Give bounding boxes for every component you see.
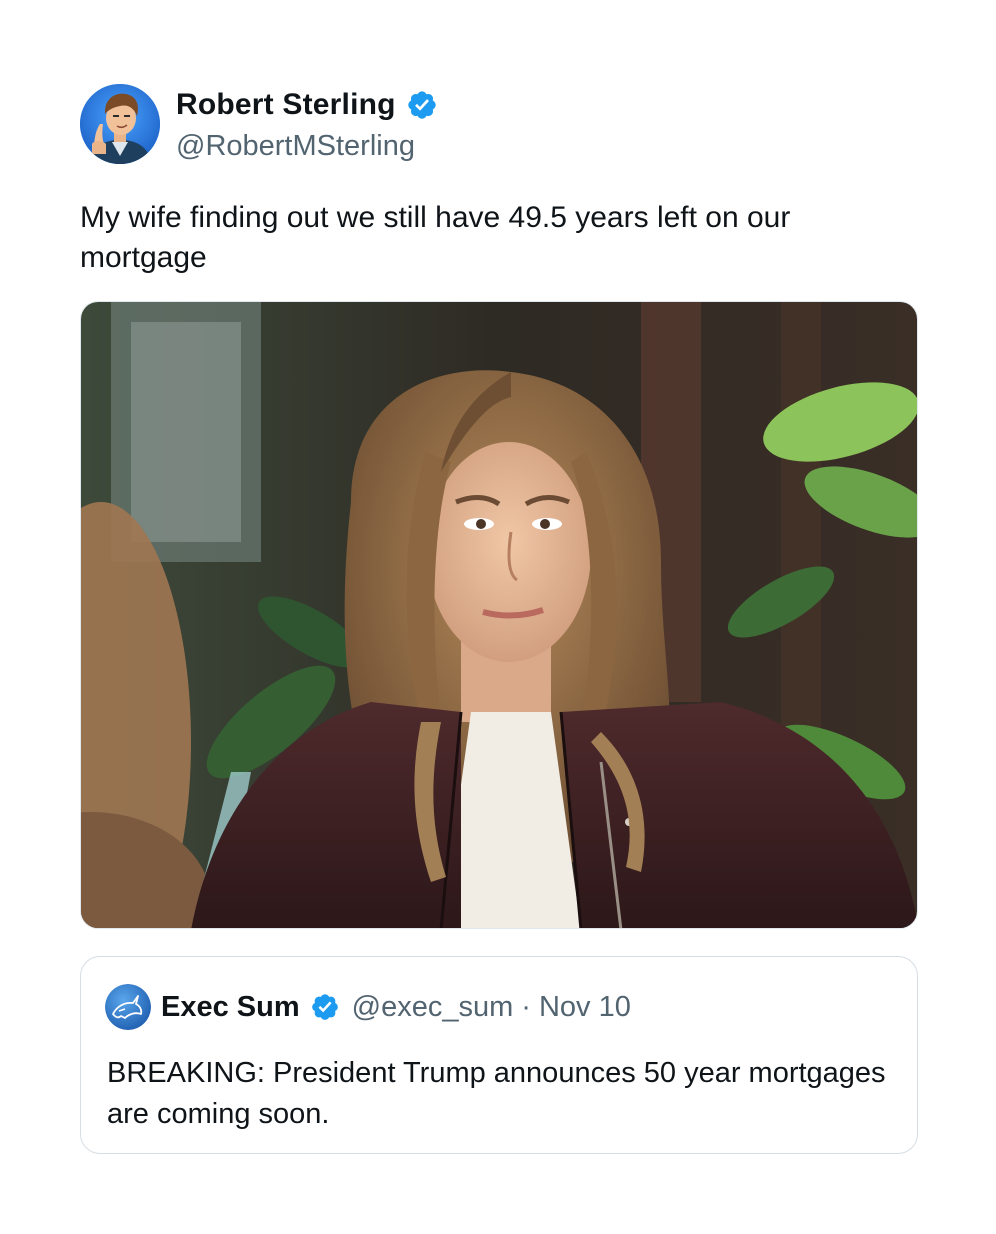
author-name-row: Robert Sterling bbox=[176, 84, 438, 126]
photo-image-icon bbox=[81, 302, 917, 928]
quoted-tweet[interactable]: Exec Sum @exec_sum · Nov 10 BREAKING: Pr… bbox=[80, 956, 918, 1154]
quoted-tweet-header: Exec Sum @exec_sum · Nov 10 bbox=[105, 984, 631, 1030]
separator-dot: · bbox=[521, 990, 531, 1023]
cartoon-man-avatar-icon bbox=[80, 84, 160, 164]
quoted-tweet-date[interactable]: Nov 10 bbox=[539, 991, 631, 1024]
quoted-author-avatar[interactable] bbox=[105, 984, 151, 1030]
author-name[interactable]: Robert Sterling bbox=[176, 88, 396, 122]
unicorn-logo-avatar-icon bbox=[105, 984, 151, 1030]
author-avatar[interactable] bbox=[80, 84, 160, 164]
tweet-media-photo[interactable] bbox=[80, 301, 918, 929]
tweet-text: My wife finding out we still have 49.5 y… bbox=[80, 201, 791, 274]
quoted-author-handle[interactable]: @exec_sum bbox=[352, 991, 514, 1024]
quoted-author-name[interactable]: Exec Sum bbox=[161, 991, 300, 1024]
quoted-tweet-text: BREAKING: President Trump announces 50 y… bbox=[107, 1057, 886, 1130]
verified-badge-icon bbox=[311, 994, 338, 1020]
author-handle[interactable]: @RobertMSterling bbox=[176, 130, 415, 163]
verified-badge-icon bbox=[408, 91, 436, 119]
